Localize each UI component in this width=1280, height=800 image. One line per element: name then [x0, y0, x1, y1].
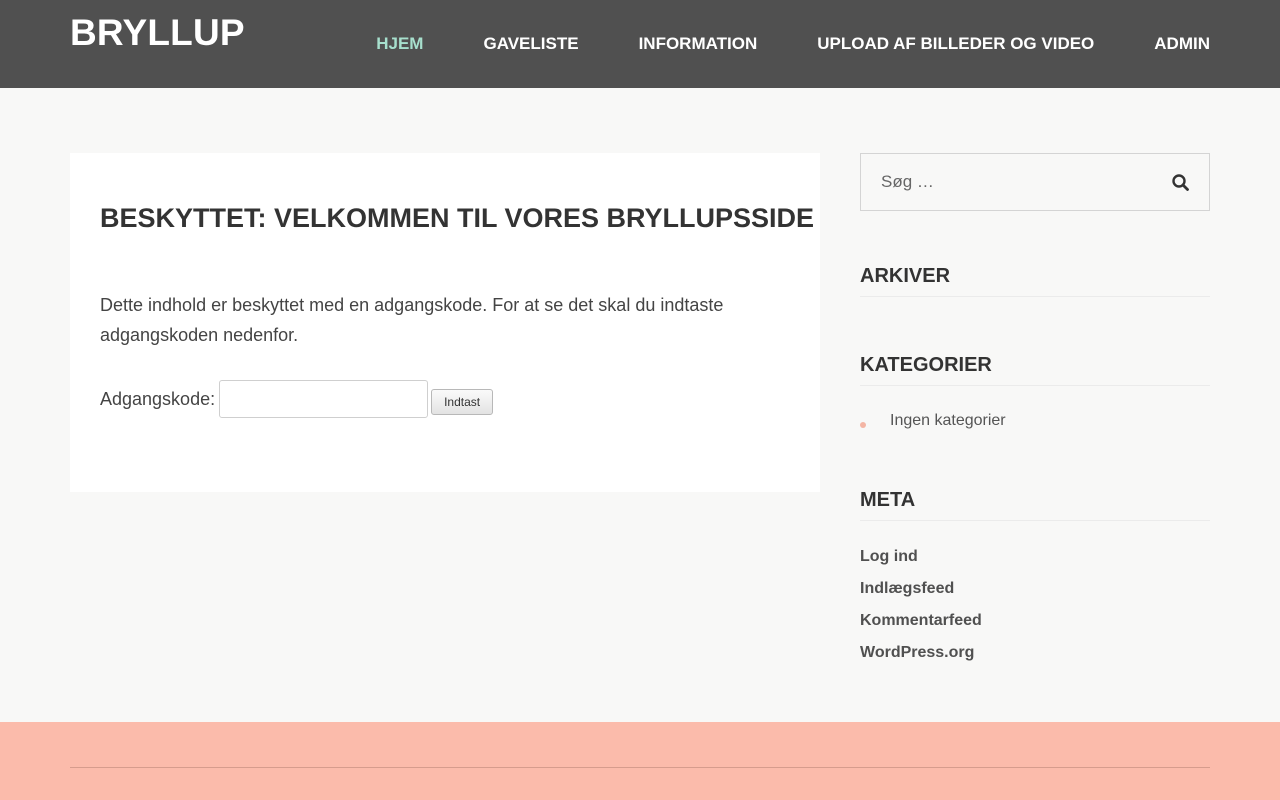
password-label: Adgangskode:: [100, 388, 216, 409]
nav-item-admin[interactable]: ADMIN: [1154, 34, 1210, 54]
meta-link-wordpress[interactable]: WordPress.org: [860, 637, 1210, 669]
list-item: Ingen kategorier: [860, 412, 1210, 430]
search-input[interactable]: [861, 154, 1151, 210]
submit-password-button[interactable]: Indtast: [431, 388, 494, 415]
archives-widget: ARKIVER: [860, 265, 1210, 297]
sidebar: ARKIVER KATEGORIER Ingen kategorier META…: [860, 153, 1210, 661]
categories-widget: KATEGORIER Ingen kategorier: [860, 354, 1210, 430]
nav-item-gaveliste[interactable]: GAVELISTE: [483, 34, 578, 54]
site-header: BRYLLUP HJEM GAVELISTE INFORMATION UPLOA…: [0, 0, 1280, 88]
meta-link-comments-feed[interactable]: Kommentarfeed: [860, 605, 1210, 637]
protected-notice: Dette indhold er beskyttet med en adgang…: [100, 295, 724, 345]
main-navigation: HJEM GAVELISTE INFORMATION UPLOAD AF BIL…: [316, 0, 1210, 88]
password-input[interactable]: [219, 380, 429, 418]
search-icon[interactable]: [1171, 173, 1191, 193]
site-footer: [0, 722, 1280, 800]
post-title: BESKYTTET: VELKOMMEN TIL VORES BRYLLUPSS…: [100, 203, 815, 233]
nav-item-information[interactable]: INFORMATION: [639, 34, 758, 54]
meta-link-login[interactable]: Log ind: [860, 541, 1210, 573]
meta-links: Log ind Indlægsfeed Kommentarfeed WordPr…: [860, 541, 1210, 669]
search-form: [860, 153, 1210, 211]
meta-widget: META Log ind Indlægsfeed Kommentarfeed W…: [860, 489, 1210, 669]
meta-link-entries-feed[interactable]: Indlægsfeed: [860, 573, 1210, 605]
bullet-dot-icon: [860, 422, 866, 428]
archives-title: ARKIVER: [860, 265, 1210, 297]
post-card: BESKYTTET: VELKOMMEN TIL VORES BRYLLUPSS…: [70, 153, 820, 492]
footer-divider: [70, 767, 1210, 768]
category-label: Ingen kategorier: [890, 412, 1006, 429]
meta-title: META: [860, 489, 1210, 521]
password-form: Adgangskode: Indtast: [100, 380, 790, 418]
nav-item-hjem[interactable]: HJEM: [376, 34, 423, 54]
categories-title: KATEGORIER: [860, 354, 1210, 386]
nav-item-upload[interactable]: UPLOAD AF BILLEDER OG VIDEO: [817, 34, 1094, 54]
site-title[interactable]: BRYLLUP: [70, 12, 245, 54]
